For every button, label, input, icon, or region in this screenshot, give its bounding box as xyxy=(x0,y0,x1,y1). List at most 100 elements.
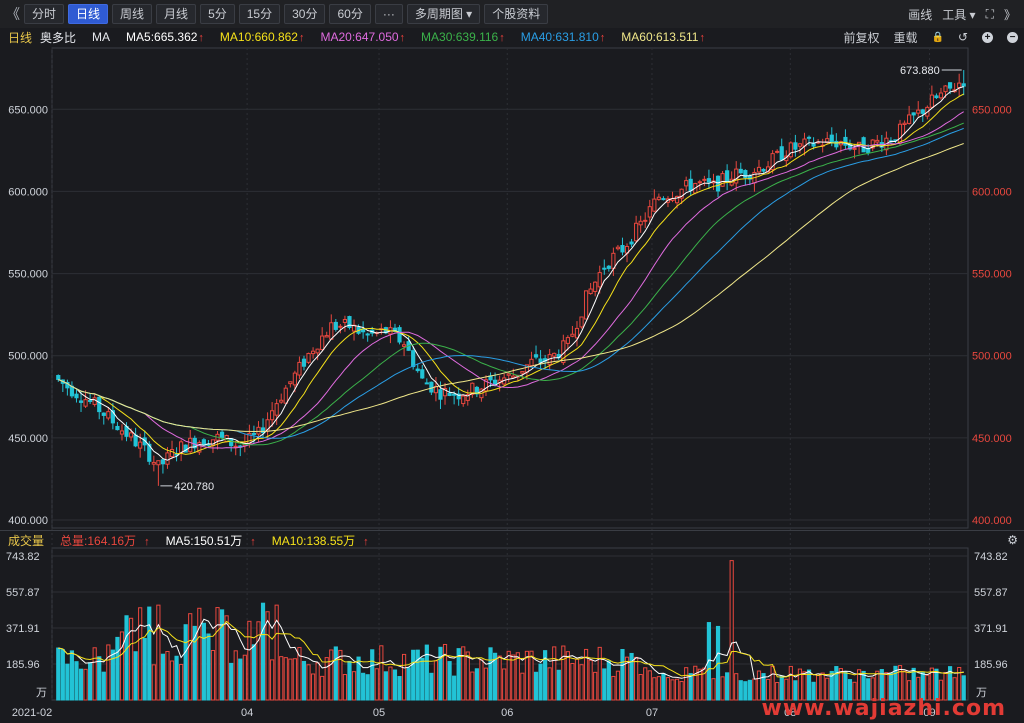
volume-bar xyxy=(115,636,120,701)
volume-bar xyxy=(292,658,297,701)
volume-bar xyxy=(788,665,793,701)
candle-body xyxy=(961,83,966,87)
volume-bar xyxy=(210,650,216,701)
candle-body xyxy=(88,399,93,402)
x-axis-label: 04 xyxy=(241,707,253,719)
candle-body xyxy=(552,352,557,357)
volume-axis-label-right: 371.91 xyxy=(974,623,1008,635)
volume-bar xyxy=(270,659,275,701)
price-axis-label-right: 600.000 xyxy=(972,186,1012,198)
candle-body xyxy=(283,387,288,404)
volume-bar xyxy=(729,560,734,701)
candle-body xyxy=(715,175,721,192)
candle-body xyxy=(602,267,607,270)
candle-body xyxy=(916,109,921,114)
high-annotation: 673.880 xyxy=(900,65,940,77)
volume-bar xyxy=(256,621,261,701)
candle-body xyxy=(706,178,712,183)
volume-bar xyxy=(233,650,238,701)
volume-bar xyxy=(452,675,457,701)
candle-body xyxy=(83,399,88,407)
candle-body xyxy=(397,327,402,343)
volume-bar xyxy=(383,671,388,701)
candle-body xyxy=(101,412,106,416)
volume-bar xyxy=(306,664,311,701)
candle-body xyxy=(420,369,425,379)
price-axis-label-left: 550.000 xyxy=(8,269,48,281)
candle-body xyxy=(583,290,589,320)
x-axis-label: 06 xyxy=(501,707,513,719)
volume-bar xyxy=(502,668,507,701)
candle-body xyxy=(78,400,84,403)
price-axis-label-right: 500.000 xyxy=(972,351,1012,363)
volume-bar xyxy=(674,678,680,701)
candle-body xyxy=(938,92,944,99)
volume-bar xyxy=(442,643,448,701)
candle-body xyxy=(565,337,570,344)
volume-bar xyxy=(465,651,470,701)
volume-bar xyxy=(665,677,671,701)
volume-bar xyxy=(169,660,175,701)
volume-axis-label-right: 557.87 xyxy=(974,587,1008,599)
price-axis-label-left: 600.000 xyxy=(8,186,48,198)
candle-body xyxy=(806,136,812,139)
volume-bar xyxy=(552,646,557,701)
volume-bar xyxy=(483,667,489,701)
volume-axis-label-left: 743.82 xyxy=(6,551,40,563)
ma10-line xyxy=(58,93,964,455)
candle-body xyxy=(647,206,652,218)
candle-body xyxy=(447,392,452,396)
price-pane-frame xyxy=(51,47,969,529)
candle-body xyxy=(56,375,61,380)
candle-body xyxy=(320,335,325,351)
candle-body xyxy=(338,325,343,328)
volume-bar xyxy=(679,681,684,701)
volume-bar xyxy=(265,611,270,701)
volume-bar xyxy=(206,633,211,701)
candle-body xyxy=(634,222,639,242)
volume-bar xyxy=(688,673,693,701)
volume-bar xyxy=(97,656,102,701)
x-axis-label: 07 xyxy=(646,707,658,719)
candle-body xyxy=(292,372,297,386)
candle-body xyxy=(365,333,370,336)
candle-body xyxy=(310,350,316,355)
candle-body xyxy=(128,432,134,438)
volume-bar xyxy=(69,650,75,701)
volume-bar xyxy=(620,649,625,701)
volume-bar xyxy=(238,658,243,701)
volume-bar xyxy=(56,647,61,701)
candle-body xyxy=(643,219,648,222)
volume-bar xyxy=(579,664,584,701)
volume-bar xyxy=(310,673,316,701)
volume-bar xyxy=(370,649,375,701)
candle-body xyxy=(179,441,184,454)
candle-body xyxy=(301,358,307,367)
candle-body xyxy=(661,198,666,201)
volume-bar xyxy=(670,679,675,701)
candle-body xyxy=(415,368,420,372)
volume-bar xyxy=(351,671,357,701)
volume-bar xyxy=(374,668,379,701)
candle-body xyxy=(606,265,611,269)
candle-body xyxy=(684,180,689,187)
volume-unit-left: 万 xyxy=(36,687,47,699)
candle-body xyxy=(902,122,907,125)
candle-body xyxy=(342,319,348,323)
volume-bar xyxy=(520,672,525,701)
candle-body xyxy=(411,350,416,368)
stock-chart[interactable]: 400.000 400.000 450.000 450.000 500.000 500.0… xyxy=(0,0,1024,723)
volume-bar xyxy=(74,661,79,701)
volume-bar xyxy=(506,650,511,701)
volume-bar xyxy=(88,662,93,701)
price-axis-label-right: 450.000 xyxy=(972,433,1012,445)
candle-body xyxy=(274,403,279,416)
volume-bar xyxy=(160,653,166,701)
volume-bar xyxy=(288,658,293,701)
volume-bar xyxy=(684,667,689,701)
volume-bar xyxy=(201,622,206,701)
volume-bar xyxy=(415,649,420,701)
price-axis-label-right: 650.000 xyxy=(972,104,1012,116)
candle-body xyxy=(743,170,748,179)
volume-axis-label-left: 371.91 xyxy=(6,623,40,635)
